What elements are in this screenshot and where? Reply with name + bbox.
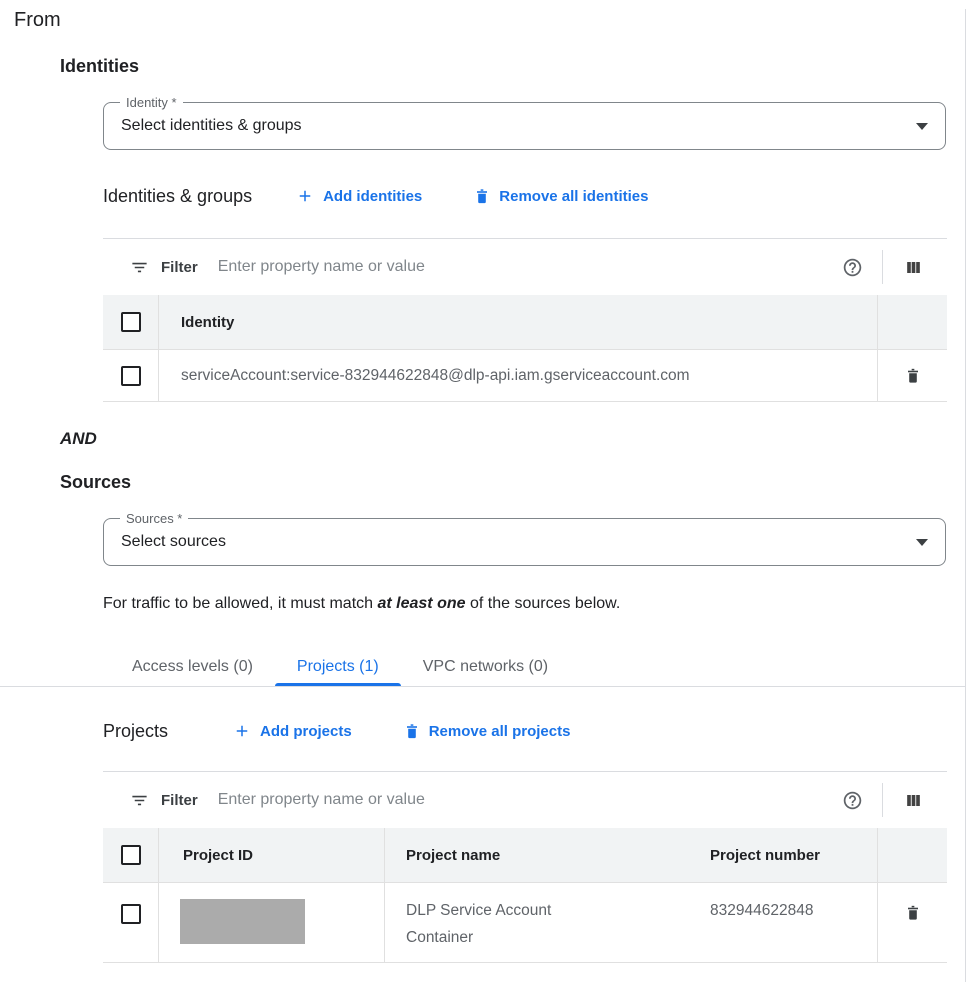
projects-table-panel: Filter Project ID Project name Project n… bbox=[103, 771, 947, 963]
select-all-checkbox[interactable] bbox=[121, 312, 141, 332]
identities-list-toolbar: Identities & groups Add identities Remov… bbox=[103, 182, 972, 210]
sources-note: For traffic to be allowed, it must match… bbox=[103, 595, 972, 613]
trash-icon bbox=[404, 722, 420, 740]
remove-all-projects-label: Remove all projects bbox=[429, 723, 571, 740]
dropdown-arrow-icon bbox=[916, 123, 928, 130]
panel-right-border bbox=[965, 9, 966, 982]
note-prefix: For traffic to be allowed, it must match bbox=[103, 595, 377, 612]
plus-icon bbox=[233, 722, 251, 740]
tab-vpc-networks[interactable]: VPC networks (0) bbox=[401, 647, 570, 686]
note-emphasis: at least one bbox=[377, 595, 465, 612]
column-header-identity: Identity bbox=[181, 314, 234, 331]
identities-list-label: Identities & groups bbox=[103, 186, 252, 207]
trash-icon bbox=[474, 187, 490, 205]
column-display-icon[interactable] bbox=[904, 791, 923, 810]
identity-select[interactable]: Identity * Select identities & groups bbox=[103, 102, 946, 150]
help-icon[interactable] bbox=[842, 257, 863, 278]
remove-all-identities-label: Remove all identities bbox=[499, 188, 648, 205]
toolbar-divider bbox=[882, 783, 883, 817]
project-number-value: 832944622848 bbox=[710, 897, 813, 924]
identities-filter-row: Filter bbox=[103, 239, 947, 295]
projects-filter-row: Filter bbox=[103, 772, 947, 828]
add-projects-label: Add projects bbox=[260, 723, 352, 740]
delete-identity-button[interactable] bbox=[901, 362, 925, 389]
identities-table-header: Identity bbox=[103, 295, 947, 350]
project-name-value: DLP Service Account Container bbox=[406, 897, 606, 951]
identity-table-row: serviceAccount:service-832944622848@dlp-… bbox=[103, 350, 947, 402]
and-operator-label: AND bbox=[60, 429, 972, 449]
sources-heading: Sources bbox=[60, 472, 972, 493]
projects-table-header: Project ID Project name Project number bbox=[103, 828, 947, 883]
filter-label: Filter bbox=[161, 792, 198, 809]
projects-list-label: Projects bbox=[103, 721, 168, 742]
remove-all-identities-button[interactable]: Remove all identities bbox=[474, 187, 648, 205]
column-display-icon[interactable] bbox=[904, 258, 923, 277]
sources-tabs: Access levels (0) Projects (1) VPC netwo… bbox=[0, 647, 965, 687]
filter-icon bbox=[130, 258, 149, 277]
column-header-project-name: Project name bbox=[406, 847, 500, 864]
add-identities-button[interactable]: Add identities bbox=[296, 187, 422, 205]
remove-all-projects-button[interactable]: Remove all projects bbox=[404, 722, 571, 740]
help-icon[interactable] bbox=[842, 790, 863, 811]
filter-icon bbox=[130, 791, 149, 810]
plus-icon bbox=[296, 187, 314, 205]
identity-select-label: Identity * bbox=[120, 94, 183, 111]
row-checkbox[interactable] bbox=[121, 366, 141, 386]
projects-list-toolbar: Projects Add projects Remove all project… bbox=[103, 717, 972, 745]
filter-label: Filter bbox=[161, 259, 198, 276]
toolbar-divider bbox=[882, 250, 883, 284]
delete-project-button[interactable] bbox=[901, 899, 925, 926]
select-all-checkbox[interactable] bbox=[121, 845, 141, 865]
sources-select-value: Select sources bbox=[104, 519, 945, 565]
identity-select-value: Select identities & groups bbox=[104, 103, 945, 149]
column-header-project-number: Project number bbox=[710, 847, 820, 864]
project-table-row: DLP Service Account Container 8329446228… bbox=[103, 883, 947, 963]
row-checkbox[interactable] bbox=[121, 904, 141, 924]
column-header-project-id: Project ID bbox=[183, 847, 253, 864]
sources-select-label: Sources * bbox=[120, 510, 188, 527]
dropdown-arrow-icon bbox=[916, 539, 928, 546]
add-identities-label: Add identities bbox=[323, 188, 422, 205]
identity-value: serviceAccount:service-832944622848@dlp-… bbox=[181, 362, 690, 389]
identities-table-panel: Filter Identity serviceAccount:service-8… bbox=[103, 238, 947, 402]
sources-select[interactable]: Sources * Select sources bbox=[103, 518, 946, 566]
identities-heading: Identities bbox=[60, 56, 972, 77]
tab-projects[interactable]: Projects (1) bbox=[275, 647, 401, 686]
note-suffix: of the sources below. bbox=[466, 595, 621, 612]
page-title: From bbox=[14, 9, 972, 32]
add-projects-button[interactable]: Add projects bbox=[233, 722, 352, 740]
redacted-project-id bbox=[180, 899, 305, 944]
tab-access-levels[interactable]: Access levels (0) bbox=[110, 647, 275, 686]
projects-filter-input[interactable] bbox=[218, 791, 842, 809]
identities-filter-input[interactable] bbox=[218, 258, 842, 276]
